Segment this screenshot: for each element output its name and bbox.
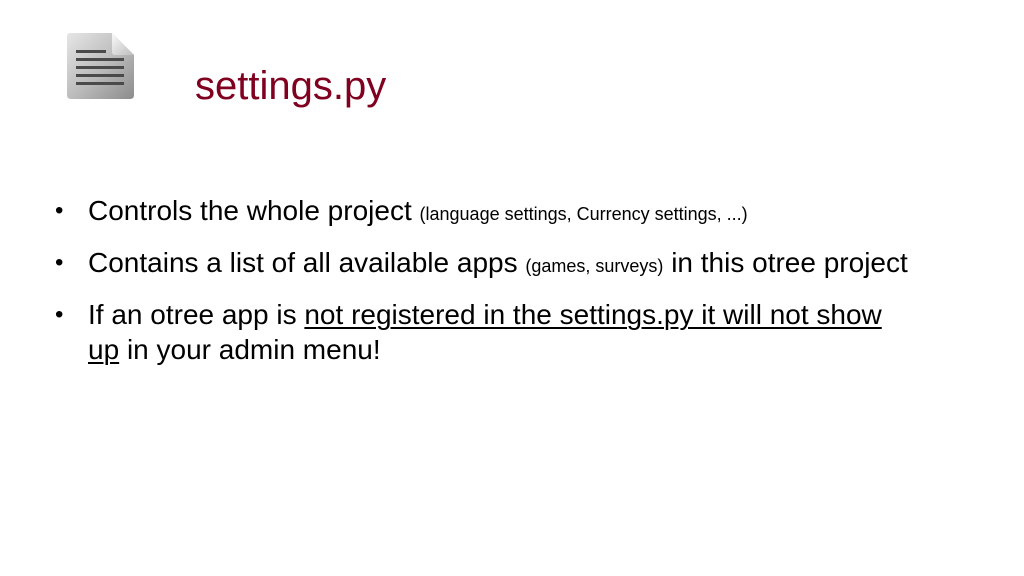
bullet-note: (language settings, Currency settings, .… <box>419 204 748 224</box>
bullet-main-text: Controls the whole project <box>88 195 412 226</box>
slide-title: settings.py <box>195 64 387 108</box>
bullet-tail-text: in your admin menu! <box>126 334 381 365</box>
bullet-note: (games, surveys) <box>525 256 664 276</box>
bullet-main-text: If an otree app is <box>88 299 297 330</box>
bullet-tail-text: in this otree project <box>671 247 908 278</box>
slide: settings.py • Controls the whole project … <box>0 0 1024 576</box>
bullet-item: • If an otree app is not registered in th… <box>55 297 915 367</box>
bullet-item: • Contains a list of all available apps (… <box>55 245 915 284</box>
bullet-main-text: Contains a list of all available apps <box>88 247 518 278</box>
bullet-marker: • <box>55 301 64 328</box>
bullet-list: • Controls the whole project (language se… <box>55 193 915 380</box>
document-icon <box>67 33 134 99</box>
bullet-item: • Controls the whole project (language se… <box>55 193 915 232</box>
bullet-marker: • <box>55 249 64 276</box>
bullet-marker: • <box>55 197 64 224</box>
